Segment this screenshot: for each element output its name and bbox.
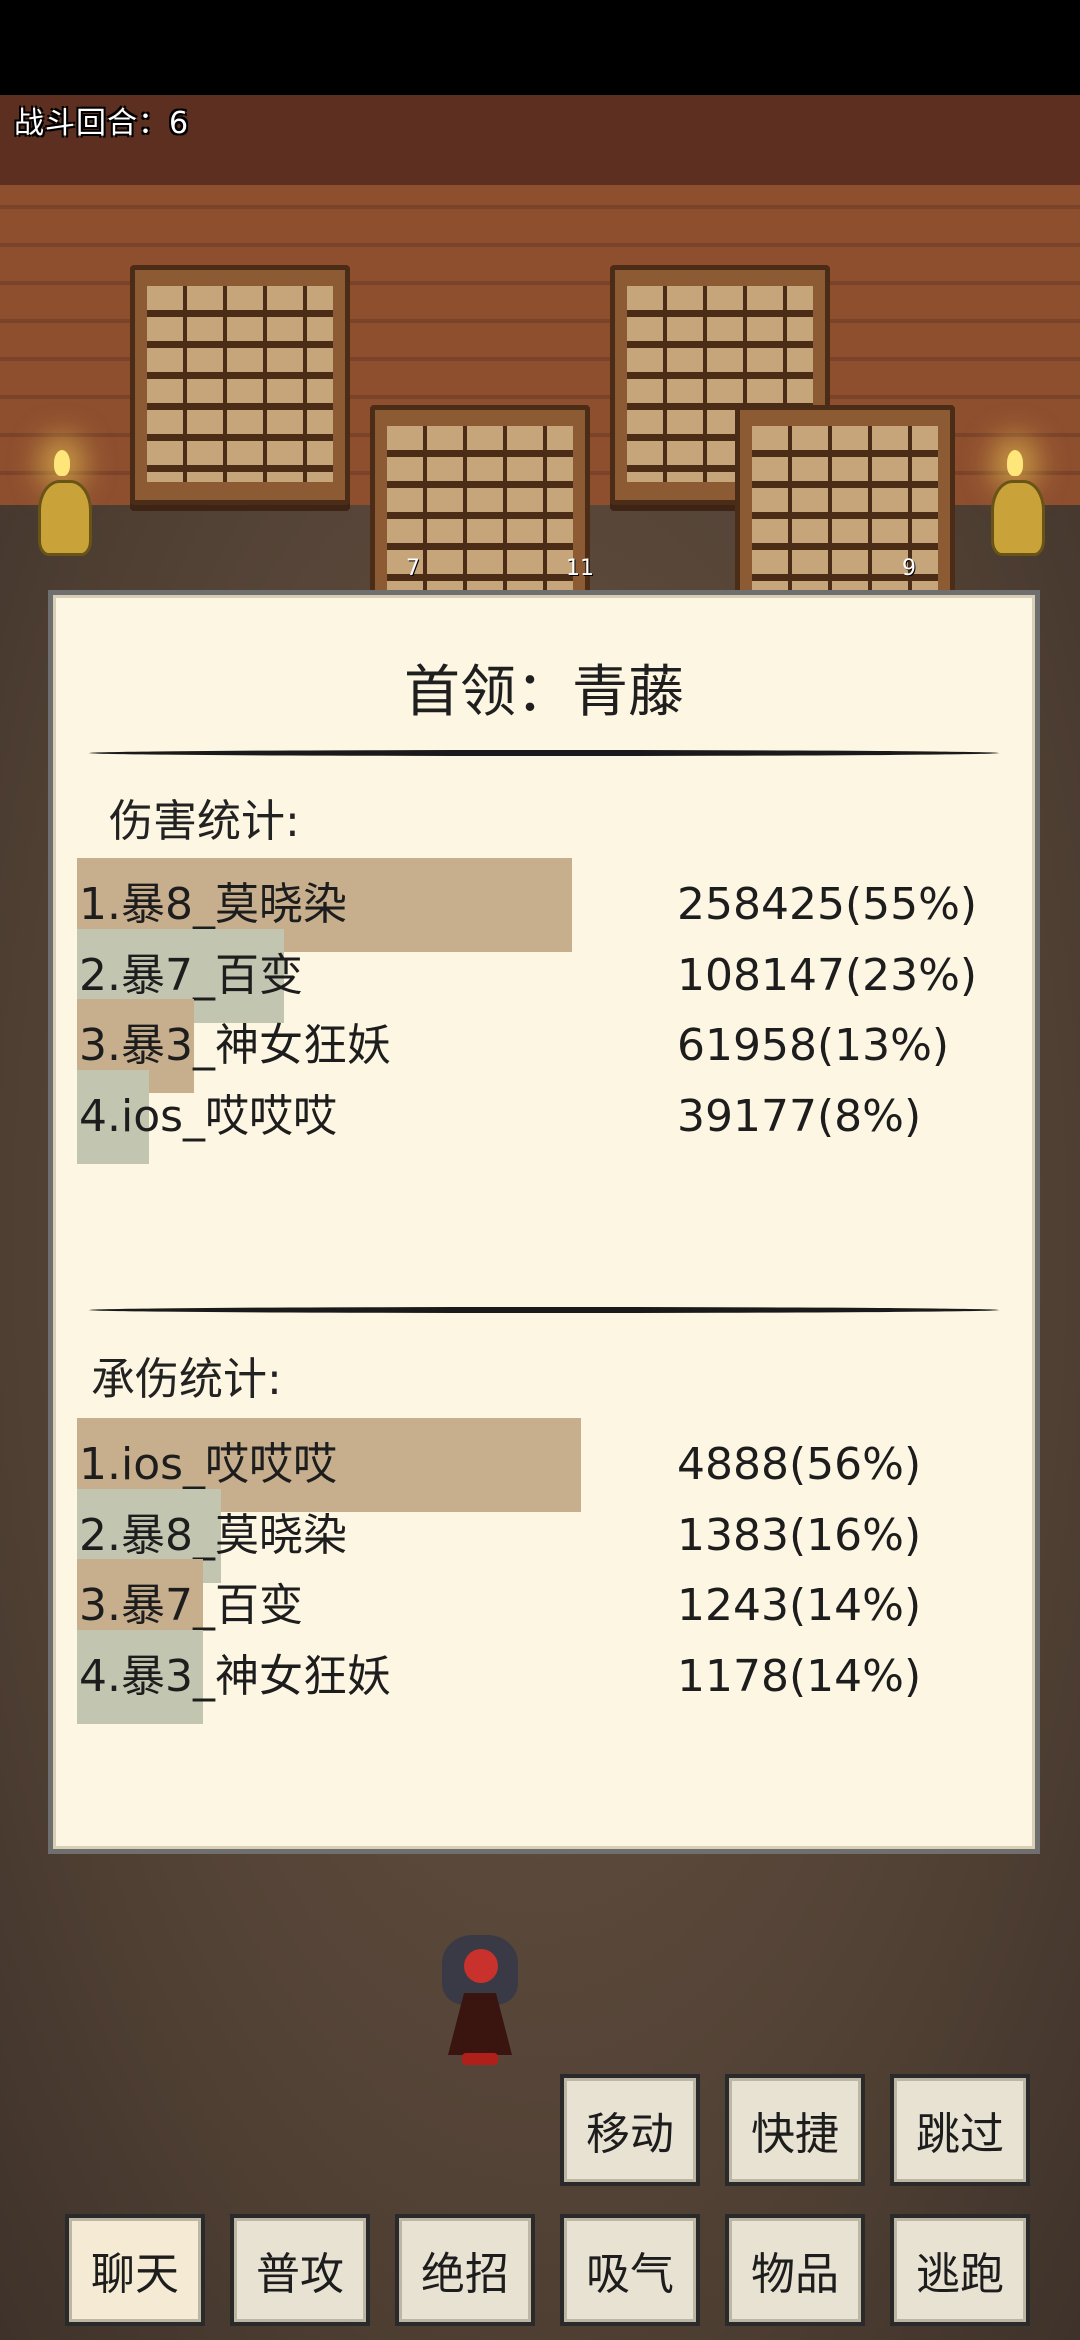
divider — [89, 750, 999, 756]
quick-button[interactable]: 快捷 — [725, 2074, 865, 2186]
stat-row: 4.暴3_神女狂妖 1178(14%) — [77, 1629, 977, 1724]
boss-stats-panel: 首领：青藤 伤害统计: 1.暴8_莫晓染 258425(55%) 2.暴7_百变 10… — [48, 590, 1040, 1854]
breathe-button[interactable]: 吸气 — [560, 2214, 700, 2326]
medicine-cabinet — [130, 265, 350, 505]
stat-value: 39177(8%) — [677, 1090, 922, 1142]
damage-section-title: 伤害统计: — [109, 796, 300, 847]
items-button[interactable]: 物品 — [725, 2214, 865, 2326]
battle-round-label: 战斗回合：6 — [14, 106, 190, 141]
player-name: 4.暴3_神女狂妖 — [79, 1650, 391, 1702]
enemy-marker: 9 — [902, 556, 916, 581]
panel-title: 首领：青藤 — [404, 660, 684, 725]
chat-button[interactable]: 聊天 — [65, 2214, 205, 2326]
player-name: 4.ios_哎哎哎 — [79, 1090, 338, 1142]
status-bar — [0, 0, 1080, 95]
move-button[interactable]: 移动 — [560, 2074, 700, 2186]
attack-button[interactable]: 普攻 — [230, 2214, 370, 2326]
enemy-marker: 11 — [566, 556, 594, 581]
player-character — [432, 1935, 528, 2065]
lamp-icon — [32, 450, 92, 560]
enemy-marker: 7 — [406, 556, 420, 581]
skip-button[interactable]: 跳过 — [890, 2074, 1030, 2186]
divider — [89, 1307, 999, 1313]
stat-value: 1178(14%) — [677, 1650, 922, 1702]
taken-section-title: 承伤统计: — [91, 1354, 282, 1405]
stat-row: 4.ios_哎哎哎 39177(8%) — [77, 1069, 977, 1164]
flee-button[interactable]: 逃跑 — [890, 2214, 1030, 2326]
ultimate-button[interactable]: 绝招 — [395, 2214, 535, 2326]
lamp-icon — [985, 450, 1045, 560]
